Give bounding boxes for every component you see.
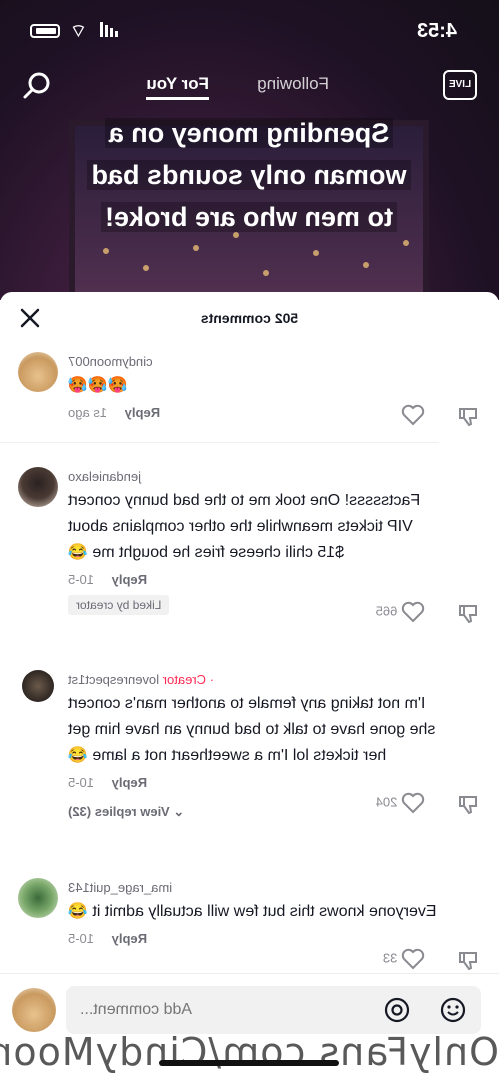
heart-icon[interactable] <box>401 404 425 426</box>
heart-icon[interactable] <box>401 601 425 623</box>
comment-meta: Reply 10-5 <box>68 931 439 946</box>
comment-body: ima_rage_quit143 Everyone knows this but… <box>68 878 439 946</box>
chevron-down-icon: ⌄ <box>173 804 185 819</box>
comment-meta: Reply 10-5 <box>68 775 439 790</box>
dislike-icon[interactable] <box>457 950 479 972</box>
reply-button[interactable]: Reply <box>125 405 160 420</box>
battery-icon <box>30 24 60 38</box>
top-nav: LIVE Following For You <box>0 64 499 108</box>
comment-username-row: · Creator lovenrespect1st <box>68 672 439 687</box>
home-indicator <box>159 1060 339 1066</box>
like-count: 665 <box>375 603 398 619</box>
reply-button[interactable]: Reply <box>112 775 147 790</box>
like-button[interactable]: 33 <box>383 948 425 970</box>
comment-meta: Reply 10-5 <box>68 572 439 587</box>
dislike-icon[interactable] <box>457 794 479 816</box>
comment-body: jendanielaxo Factsssss! One took me to t… <box>68 467 439 615</box>
tab-for-you[interactable]: For You <box>146 74 209 94</box>
comment-text: Everyone knows this but few will actuall… <box>68 903 437 920</box>
comment-body: cindymoon007 🥵🥵🥵 Reply 1s ago <box>68 352 439 420</box>
caption-line: woman only sounds bad <box>87 160 411 190</box>
comment-text: 🥵🥵🥵 <box>68 377 128 394</box>
comment-username[interactable]: ima_rage_quit143 <box>68 880 439 895</box>
comments-header: 502 comments <box>0 292 499 344</box>
watermark-text: OnlyFans.com/CindyMoon7 <box>0 1030 499 1074</box>
tab-following[interactable]: Following <box>257 74 329 94</box>
view-replies-label: View replies (32) <box>68 804 170 819</box>
reply-button[interactable]: Reply <box>112 931 147 946</box>
creator-tag: · Creator <box>162 672 214 687</box>
comment-time: 1s ago <box>68 405 108 420</box>
avatar[interactable] <box>22 670 54 702</box>
reply-button[interactable]: Reply <box>112 572 147 587</box>
comment-input[interactable] <box>80 986 320 1034</box>
caption-line: to men who are broke! <box>100 202 398 232</box>
like-count: 33 <box>382 950 398 966</box>
mention-icon[interactable] <box>383 996 411 1024</box>
comment-meta: Reply 1s ago <box>68 405 439 420</box>
like-button[interactable] <box>401 404 425 426</box>
comment-username[interactable]: cindymoon007 <box>68 354 439 369</box>
liked-by-creator-badge: Liked by creator <box>68 595 170 615</box>
like-button[interactable]: 204 <box>376 792 425 814</box>
dislike-icon[interactable] <box>457 406 479 428</box>
comment-username[interactable]: lovenrespect1st <box>68 672 159 687</box>
comments-count: 502 comments <box>200 310 299 326</box>
comment-item: ima_rage_quit143 Everyone knows this but… <box>0 878 499 988</box>
avatar[interactable] <box>18 878 58 918</box>
like-count: 204 <box>375 794 398 810</box>
video-caption: Spending money on a woman only sounds ba… <box>59 112 439 238</box>
close-icon[interactable] <box>18 306 42 330</box>
comment-time: 10-5 <box>68 572 95 587</box>
comment-text: I'm not taking any female to another man… <box>68 695 436 764</box>
wifi-icon: ⌔ <box>70 21 87 41</box>
comment-time: 10-5 <box>68 775 95 790</box>
comment-text: Factsssss! One took me to the bad bunny … <box>68 492 421 561</box>
divider <box>0 442 439 443</box>
signal-icon <box>100 22 118 37</box>
avatar[interactable] <box>18 352 58 392</box>
avatar <box>12 988 56 1032</box>
status-time: 4:53 <box>416 20 457 42</box>
emoji-icon[interactable] <box>439 996 467 1024</box>
live-icon[interactable]: LIVE <box>443 70 477 100</box>
heart-icon[interactable] <box>401 948 425 970</box>
comment-item: jendanielaxo Factsssss! One took me to t… <box>0 467 499 657</box>
status-bar: 4:53 ⌔ <box>0 0 499 60</box>
comment-input-box[interactable] <box>66 986 481 1034</box>
like-button[interactable]: 665 <box>376 601 425 623</box>
comment-item: cindymoon007 🥵🥵🥵 Reply 1s ago <box>0 352 499 442</box>
caption-line: Spending money on a <box>104 118 394 148</box>
tiktok-screen: 4:53 ⌔ LIVE Following For You Spending m… <box>0 0 499 1079</box>
heart-icon[interactable] <box>401 792 425 814</box>
avatar[interactable] <box>18 467 58 507</box>
comment-item: · Creator lovenrespect1st I'm not taking… <box>0 670 499 860</box>
comment-username[interactable]: jendanielaxo <box>68 469 439 484</box>
comment-time: 10-5 <box>68 931 95 946</box>
dislike-icon[interactable] <box>457 603 479 625</box>
comments-sheet: 502 comments cindymoon007 🥵🥵🥵 Reply 1s a… <box>0 292 499 1079</box>
search-icon[interactable] <box>22 70 52 100</box>
